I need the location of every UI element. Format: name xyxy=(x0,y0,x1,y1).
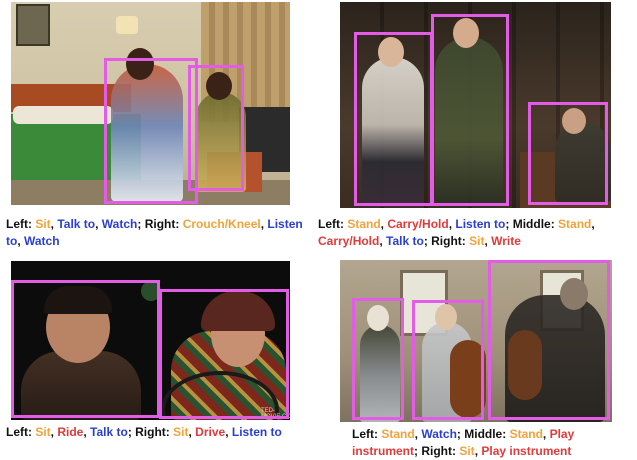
caption-segment: Talk to xyxy=(386,234,424,248)
caption-segment: ; Right: xyxy=(414,444,460,458)
bbox-right-person xyxy=(159,289,289,419)
wall-picture xyxy=(16,4,50,46)
caption-segment: Left: xyxy=(318,217,348,231)
caption-segment: Sit xyxy=(459,444,475,458)
caption-segment: , xyxy=(225,425,232,439)
caption-segment: Carry/Hold xyxy=(387,217,449,231)
caption-segment: Carry/Hold xyxy=(318,234,380,248)
caption-segment: Play instrument xyxy=(481,444,572,458)
bbox-right-person xyxy=(188,65,244,191)
caption-segment: Crouch/Kneel xyxy=(182,217,261,231)
caption-segment: Stand xyxy=(347,217,381,231)
caption-segment: Left: xyxy=(6,217,36,231)
caption-segment: , xyxy=(591,217,595,231)
caption-segment: , xyxy=(17,234,24,248)
caption-segment: Watch xyxy=(24,234,60,248)
caption-segment: ; Right: xyxy=(137,217,183,231)
bbox-left-person xyxy=(354,32,433,206)
panel-car-image: TED-MOVIE.CO xyxy=(11,261,290,420)
caption-segment: Sit xyxy=(173,425,189,439)
caption-segment: Talk to xyxy=(57,217,96,231)
caption-car: Left: Sit, Ride, Talk to; Right: Sit, Dr… xyxy=(6,424,306,441)
bbox-right-person xyxy=(528,102,608,205)
caption-segment: Sit xyxy=(35,425,51,439)
caption-segment: Watch xyxy=(421,427,457,441)
caption-segment: Left: xyxy=(6,425,36,439)
caption-segment: Drive xyxy=(195,425,226,439)
bbox-middle-person xyxy=(431,14,509,206)
wall-lamp xyxy=(116,16,138,34)
caption-segment: Left: xyxy=(352,427,382,441)
panel-study-image xyxy=(340,2,611,208)
caption-segment: Stand xyxy=(509,427,543,441)
bbox-left-person xyxy=(352,298,404,420)
caption-segment: ; Middle: xyxy=(456,427,510,441)
caption-segment: , xyxy=(95,217,102,231)
bed-pillows xyxy=(13,106,113,124)
caption-segment: Sit xyxy=(469,234,485,248)
caption-segment: Stand xyxy=(381,427,415,441)
caption-segment: Talk to xyxy=(90,425,128,439)
caption-segment: ; Right: xyxy=(127,425,174,439)
caption-bedroom: Left: Sit, Talk to, Watch; Right: Crouch… xyxy=(6,216,306,250)
caption-segment: Watch xyxy=(101,217,138,231)
bbox-middle-person xyxy=(412,300,484,420)
caption-segment: ; Middle: xyxy=(505,217,559,231)
caption-study: Left: Stand, Carry/Hold, Listen to; Midd… xyxy=(318,216,636,250)
bbox-left-person xyxy=(11,280,160,418)
caption-segment: Sit xyxy=(35,217,51,231)
panel-music-image xyxy=(340,260,612,422)
bbox-left-person xyxy=(104,58,198,204)
panel-bedroom-image xyxy=(11,2,290,205)
caption-segment: Listen to xyxy=(231,425,282,439)
bbox-right-person xyxy=(488,260,610,420)
caption-segment: Ride xyxy=(57,425,84,439)
caption-segment: , xyxy=(542,427,550,441)
caption-music: Left: Stand, Watch; Middle: Stand, Play … xyxy=(352,426,622,460)
caption-segment: Stand xyxy=(558,217,592,231)
caption-segment: Write xyxy=(491,234,521,248)
caption-segment: Listen to xyxy=(455,217,506,231)
caption-segment: ; Right: xyxy=(423,234,470,248)
